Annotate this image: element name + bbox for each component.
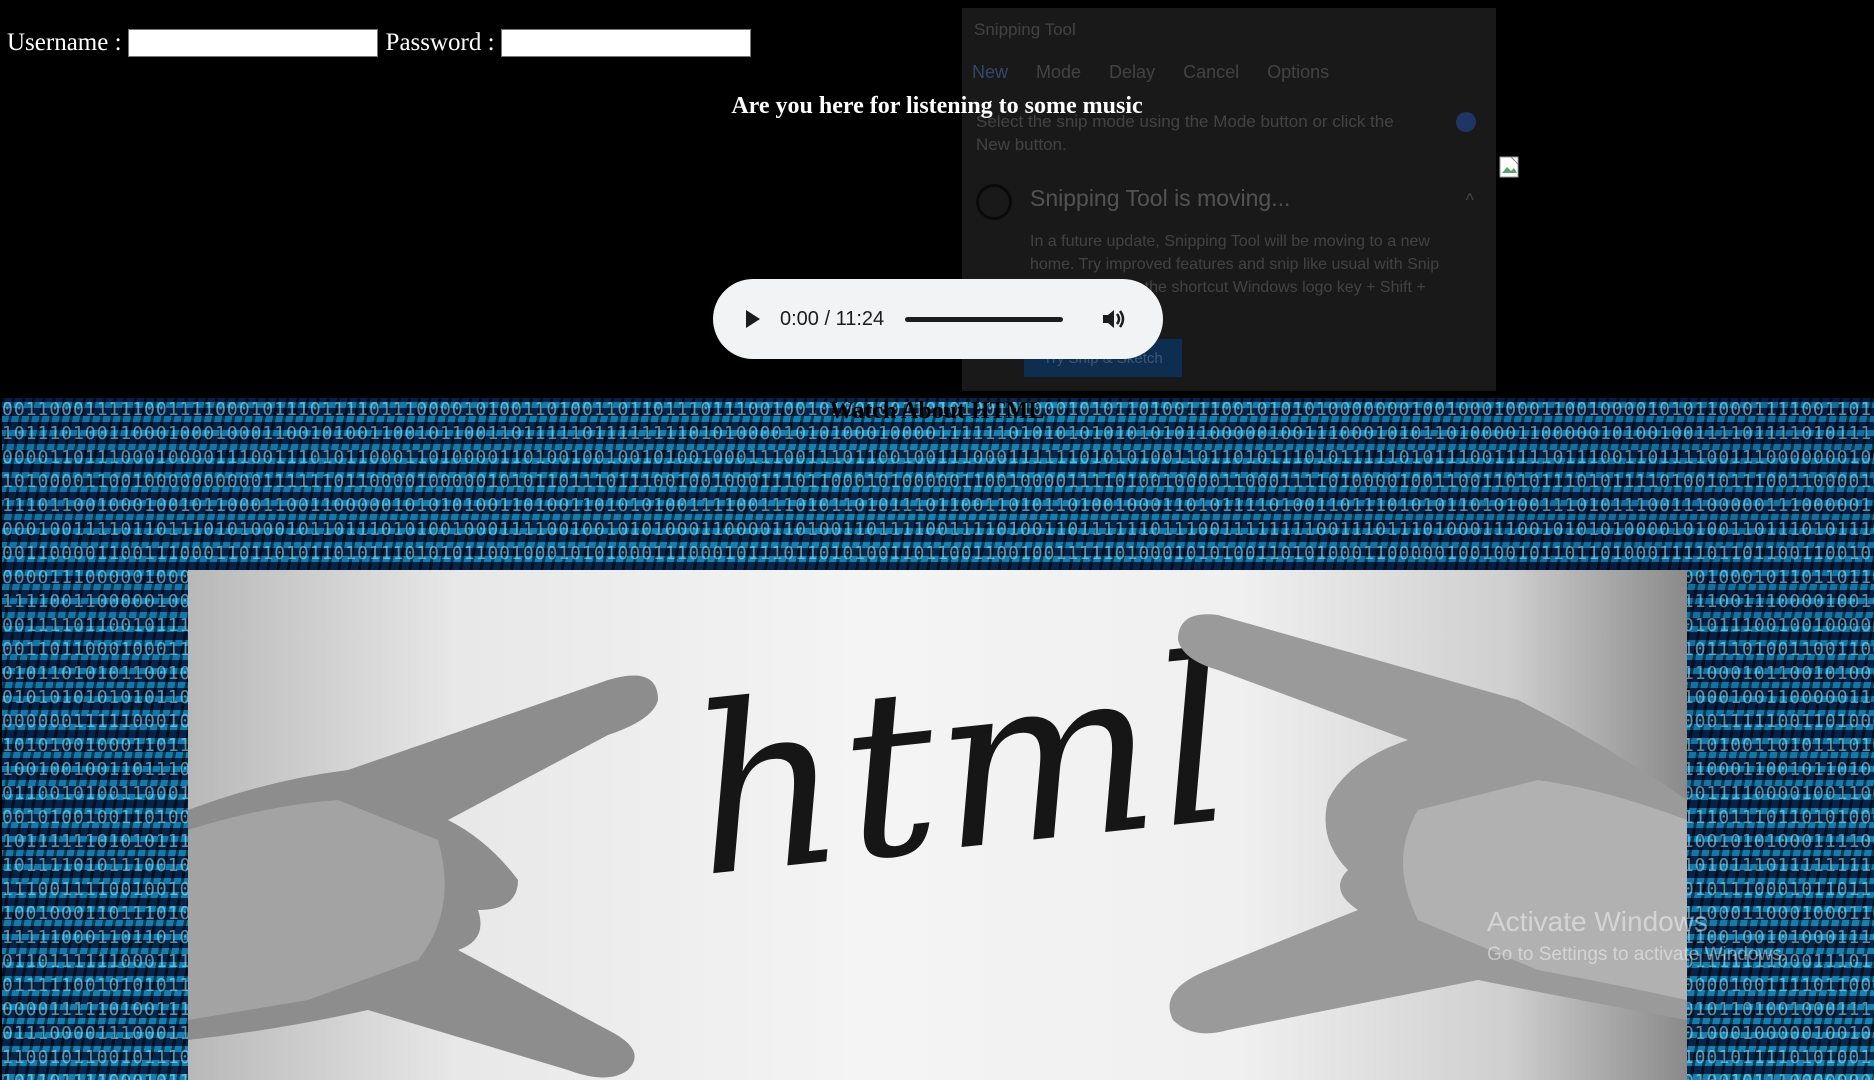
- snipping-tool-title: Snipping Tool: [974, 20, 1076, 39]
- music-heading-text: Are you here for listening to some music: [731, 93, 1143, 119]
- audio-time: 0:00 / 11:24: [780, 307, 885, 330]
- snip-moving-title: Snipping Tool is moving...: [1030, 185, 1291, 211]
- html-shirt-image: html: [188, 570, 1687, 1080]
- snipping-tool-toolbar: New Mode Delay Cancel Options: [972, 62, 1329, 83]
- audio-player[interactable]: 0:00 / 11:24: [713, 279, 1163, 359]
- snip-cancel-button[interactable]: Cancel: [1183, 62, 1239, 83]
- watch-heading: Watch About HTML: [0, 398, 1874, 425]
- username-input[interactable]: [127, 29, 378, 57]
- broken-image-icon: [1499, 156, 1519, 178]
- snip-options-button[interactable]: Options: [1267, 62, 1329, 83]
- activate-windows-watermark: Activate Windows Go to Settings to activ…: [1487, 906, 1787, 966]
- watch-heading-text: Watch About HTML: [829, 398, 1045, 424]
- watermark-line1: Activate Windows: [1487, 906, 1708, 937]
- username-label: Username :: [7, 29, 122, 56]
- snip-delay-button[interactable]: Delay: [1109, 62, 1155, 83]
- snip-new-button[interactable]: New: [972, 62, 1008, 83]
- password-input[interactable]: [500, 29, 751, 57]
- snip-sketch-icon: [976, 184, 1012, 220]
- volume-icon[interactable]: [1099, 305, 1127, 333]
- watermark-line2: Go to Settings to activate Windows.: [1487, 944, 1787, 965]
- left-hand-image: [188, 675, 658, 1078]
- music-heading: Are you here for listening to some music: [0, 93, 1874, 120]
- play-icon[interactable]: [746, 310, 760, 328]
- audio-progress-bar[interactable]: [905, 316, 1063, 322]
- right-hand-image: [1169, 614, 1687, 1034]
- snip-mode-button[interactable]: Mode: [1036, 62, 1081, 83]
- page: Username : Password : Snipping Tool New …: [0, 0, 1874, 1080]
- chevron-up-icon[interactable]: ^: [1466, 190, 1474, 211]
- login-form: Username : Password :: [7, 26, 759, 60]
- password-label: Password :: [385, 29, 495, 56]
